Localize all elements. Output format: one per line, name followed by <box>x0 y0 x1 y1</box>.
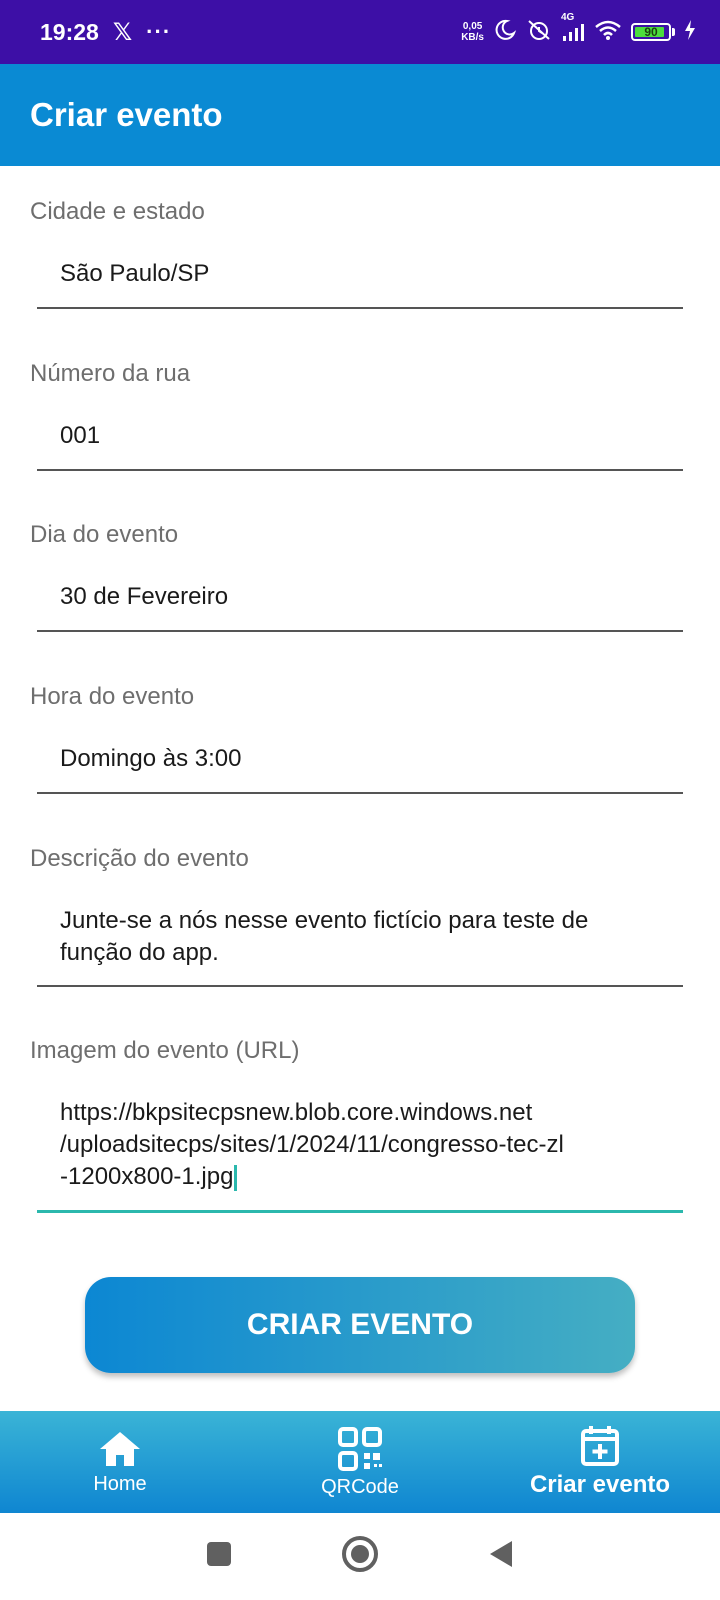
recent-apps-button[interactable] <box>204 1539 234 1574</box>
event-image-url-field[interactable]: Imagem do evento (URL) https://bkpsitecp… <box>30 1037 684 1213</box>
event-description-field[interactable]: Descrição do evento Junte-se a nós nesse… <box>30 845 684 987</box>
wifi-icon <box>594 19 622 46</box>
city-state-input[interactable]: São Paulo/SP <box>60 258 684 290</box>
event-time-input[interactable]: Domingo às 3:00 <box>60 743 684 775</box>
battery-icon: 90 <box>631 23 675 41</box>
nav-item-create-event[interactable]: Criar evento <box>480 1411 720 1513</box>
system-navigation-bar <box>0 1513 720 1600</box>
x-app-icon: 𝕏 <box>112 18 133 46</box>
nav-label: Criar evento <box>529 1471 671 1498</box>
description-line: Junte-se a nós nesse evento fictício par… <box>60 907 589 934</box>
status-bar: 19:28 𝕏 ··· 0,05 KB/s 4G 90 <box>0 0 720 64</box>
input-underline <box>37 307 683 309</box>
signal-icon: 4G <box>561 12 585 42</box>
moon-icon <box>493 18 517 47</box>
create-event-button[interactable]: CRIAR EVENTO <box>85 1277 635 1373</box>
input-underline <box>37 469 683 471</box>
calendar-add-icon <box>580 1425 620 1467</box>
event-day-input[interactable]: 30 de Fevereiro <box>60 581 684 613</box>
network-speed: 0,05 KB/s <box>461 21 484 43</box>
nav-label: QRCode <box>321 1475 399 1498</box>
input-underline <box>37 985 683 987</box>
input-underline <box>37 792 683 794</box>
description-line: função do app. <box>60 939 219 966</box>
event-day-field[interactable]: Dia do evento 30 de Fevereiro <box>30 521 684 632</box>
home-icon <box>97 1429 143 1469</box>
more-notifications-icon: ··· <box>146 19 172 44</box>
street-number-input[interactable]: 001 <box>60 420 684 452</box>
field-label: Imagem do evento (URL) <box>30 1037 300 1064</box>
field-label: Número da rua <box>30 360 191 387</box>
nav-label: Home <box>93 1472 147 1495</box>
url-line: -1200x800-1.jpg <box>60 1163 234 1190</box>
url-line: https://bkpsitecpsnew.blob.core.windows.… <box>60 1099 533 1126</box>
page-title: Criar evento <box>30 96 223 133</box>
event-image-url-input[interactable]: https://bkpsitecpsnew.blob.core.windows.… <box>60 1097 684 1193</box>
nav-item-qrcode[interactable]: QRCode <box>240 1411 480 1513</box>
event-time-field[interactable]: Hora do evento Domingo às 3:00 <box>30 683 684 794</box>
input-underline <box>37 630 683 632</box>
field-label: Dia do evento <box>30 521 179 548</box>
text-cursor <box>234 1164 238 1191</box>
charging-icon <box>684 19 696 45</box>
event-description-input[interactable]: Junte-se a nós nesse evento fictício par… <box>60 905 684 969</box>
street-number-field[interactable]: Número da rua 001 <box>30 360 684 471</box>
home-system-button[interactable] <box>341 1535 379 1578</box>
city-state-field[interactable]: Cidade e estado São Paulo/SP <box>30 198 684 309</box>
bottom-navigation: Home QRCode Criar evento <box>0 1411 720 1513</box>
alarm-off-icon <box>526 18 552 47</box>
back-button[interactable] <box>486 1538 516 1575</box>
field-label: Descrição do evento <box>30 845 249 872</box>
url-line: /uploadsitecps/sites/1/2024/11/congresso… <box>60 1131 564 1158</box>
input-underline-focused <box>37 1210 683 1213</box>
field-label: Cidade e estado <box>30 198 205 225</box>
status-time: 19:28 <box>40 18 99 45</box>
app-bar: Criar evento <box>0 64 720 166</box>
qrcode-icon <box>337 1426 383 1472</box>
nav-item-home[interactable]: Home <box>0 1411 240 1513</box>
field-label: Hora do evento <box>30 683 195 710</box>
